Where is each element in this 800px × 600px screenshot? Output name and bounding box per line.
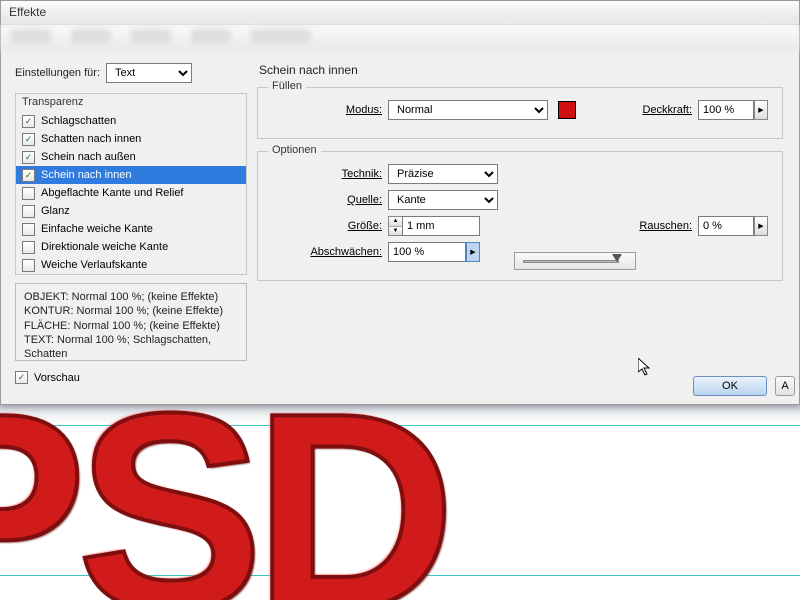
choke-input[interactable]	[388, 242, 466, 262]
effect-checkbox[interactable]: ✓	[22, 241, 35, 254]
list-item[interactable]: ✓ Schein nach innen	[16, 166, 246, 184]
list-item[interactable]: ✓ Schatten nach innen	[16, 130, 246, 148]
opacity-popup-icon[interactable]: ▶	[754, 100, 768, 120]
effect-checkbox[interactable]: ✓	[22, 205, 35, 218]
effect-label: Schein nach innen	[41, 169, 132, 181]
mode-select[interactable]: Normal	[388, 100, 548, 120]
summary-line: TEXT: Normal 100 %; Schlagschatten, Scha…	[24, 333, 238, 361]
effect-label: Weiche Verlaufskante	[41, 259, 147, 271]
settings-for-select[interactable]: Text	[106, 63, 192, 83]
color-swatch[interactable]	[558, 101, 576, 119]
more-button[interactable]: A	[775, 376, 795, 396]
fill-legend: Füllen	[268, 80, 306, 92]
summary-line: OBJEKT: Normal 100 %; (keine Effekte)	[24, 290, 238, 304]
slider-popout[interactable]	[514, 252, 636, 270]
ok-button[interactable]: OK	[693, 376, 767, 396]
transparency-group: Transparenz ✓ Schlagschatten ✓ Schatten nac…	[15, 93, 247, 275]
effect-checkbox[interactable]: ✓	[22, 259, 35, 272]
list-item[interactable]: ✓ Schein nach außen	[16, 148, 246, 166]
effect-checkbox[interactable]: ✓	[22, 133, 35, 146]
blurred-app-toolbar	[1, 25, 799, 51]
effect-label: Schatten nach innen	[41, 133, 141, 145]
effect-checkbox[interactable]: ✓	[22, 151, 35, 164]
source-label: Quelle:	[347, 194, 382, 206]
effect-label: Abgeflachte Kante und Relief	[41, 187, 184, 199]
document-canvas: PSD	[0, 405, 800, 600]
slider-thumb[interactable]	[612, 254, 622, 262]
preview-label: Vorschau	[34, 372, 80, 384]
effect-checkbox[interactable]: ✓	[22, 169, 35, 182]
summary-line: FLÄCHE: Normal 100 %; (keine Effekte)	[24, 319, 238, 333]
dialog-title: Effekte	[1, 1, 799, 25]
mode-label: Modus:	[346, 104, 382, 116]
technique-label: Technik:	[342, 168, 382, 180]
effect-label: Glanz	[41, 205, 70, 217]
list-item[interactable]: ✓ Einfache weiche Kante	[16, 220, 246, 238]
technique-select[interactable]: Präzise	[388, 164, 498, 184]
effect-label: Einfache weiche Kante	[41, 223, 153, 235]
source-select[interactable]: Kante	[388, 190, 498, 210]
object-summary-box: OBJEKT: Normal 100 %; (keine Effekte) KO…	[15, 283, 247, 361]
list-item[interactable]: ✓ Direktionale weiche Kante	[16, 238, 246, 256]
noise-popup-icon[interactable]: ▶	[754, 216, 768, 236]
size-input[interactable]	[402, 216, 480, 236]
effect-label: Direktionale weiche Kante	[41, 241, 168, 253]
list-item[interactable]: ✓ Abgeflachte Kante und Relief	[16, 184, 246, 202]
list-item[interactable]: ✓ Glanz	[16, 202, 246, 220]
effect-label: Schlagschatten	[41, 115, 116, 127]
list-item[interactable]: ✓ Schlagschatten	[16, 112, 246, 130]
preview-checkbox[interactable]: ✓	[15, 371, 28, 384]
transparency-legend: Transparenz	[16, 94, 246, 112]
size-spinner[interactable]: ▲▼	[388, 216, 402, 236]
size-label: Größe:	[348, 220, 382, 232]
effect-checkbox[interactable]: ✓	[22, 223, 35, 236]
opacity-input[interactable]	[698, 100, 754, 120]
sample-text: PSD	[0, 405, 446, 600]
effects-list[interactable]: ✓ Schlagschatten ✓ Schatten nach innen ✓ Sche…	[16, 112, 246, 274]
effects-dialog: Effekte Einstellungen für: Text Transpar…	[0, 0, 800, 405]
opacity-label: Deckkraft:	[642, 104, 692, 116]
fill-group: Füllen Modus: Normal Deckkraft: ▶	[257, 87, 783, 139]
effect-checkbox[interactable]: ✓	[22, 187, 35, 200]
effect-checkbox[interactable]: ✓	[22, 115, 35, 128]
options-legend: Optionen	[268, 144, 321, 156]
choke-popup-icon[interactable]: ▶	[466, 242, 480, 262]
summary-line: KONTUR: Normal 100 %; (keine Effekte)	[24, 304, 238, 318]
slider-track[interactable]	[523, 260, 619, 263]
choke-label: Abschwächen:	[310, 246, 382, 258]
noise-input[interactable]	[698, 216, 754, 236]
settings-for-label: Einstellungen für:	[15, 67, 100, 79]
effect-label: Schein nach außen	[41, 151, 136, 163]
list-item[interactable]: ✓ Weiche Verlaufskante	[16, 256, 246, 274]
noise-label: Rauschen:	[639, 220, 692, 232]
panel-title: Schein nach innen	[259, 63, 783, 77]
